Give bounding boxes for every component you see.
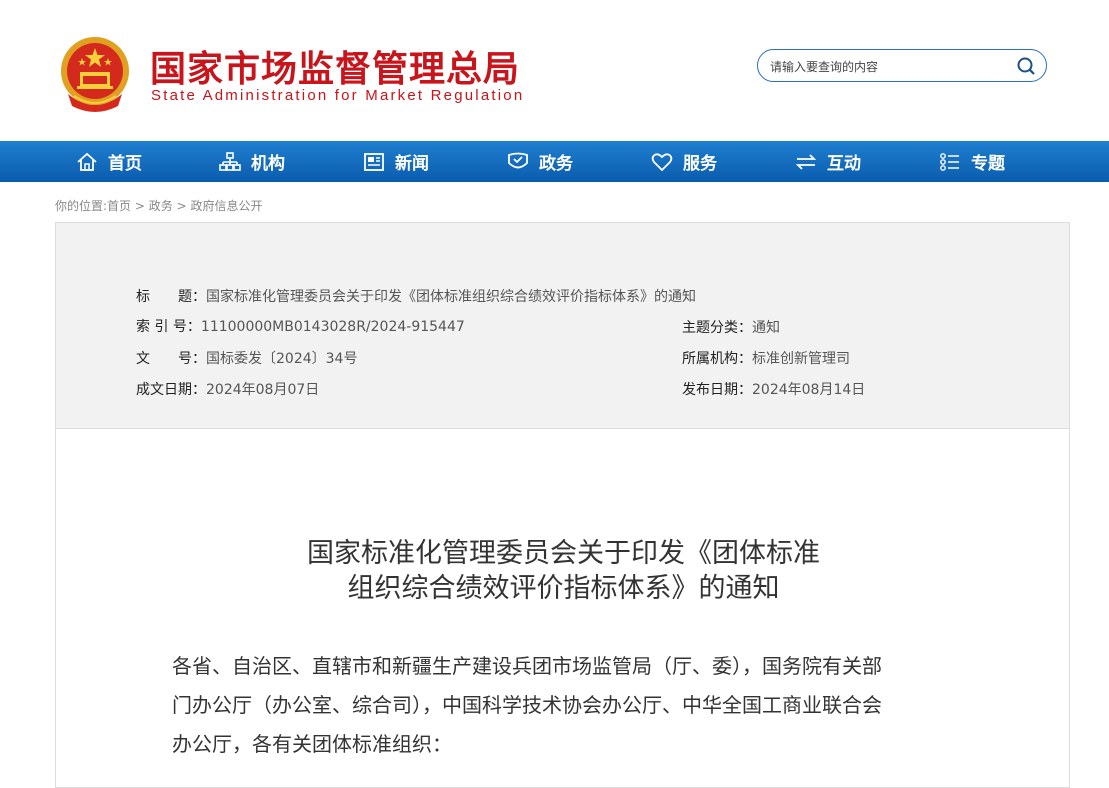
article-body: 国家标准化管理委员会关于印发《团体标准 组织综合绩效评价指标体系》的通知 各省、… <box>55 428 1070 788</box>
document-meta-box: 标 题：国家标准化管理委员会关于印发《团体标准组织综合绩效评价指标体系》的通知 … <box>55 222 1070 428</box>
meta-category-label: 主题分类： <box>682 320 752 336</box>
meta-created-label: 成文日期： <box>136 382 206 398</box>
nav-item-service[interactable]: 服务 <box>651 141 717 182</box>
nav-label: 互动 <box>827 154 861 174</box>
search-box <box>757 49 1047 82</box>
nav-item-affairs[interactable]: 政务 <box>507 141 573 182</box>
article-paragraph-line-2: 门办公厅（办公室、综合司），中国科学技术协会办公厅、中华全国工商业联合会 <box>172 693 882 717</box>
meta-category-value: 通知 <box>752 320 780 336</box>
nav-item-topic[interactable]: 专题 <box>939 141 1005 182</box>
org-chart-icon <box>219 151 241 171</box>
meta-doc-label: 文 号： <box>136 351 206 367</box>
meta-created-value: 2024年08月07日 <box>206 382 320 398</box>
meta-doc-value: 国标委发〔2024〕34号 <box>206 351 358 367</box>
nav-label: 专题 <box>971 154 1005 174</box>
main-nav: 首页 机构 新闻 政务 服务 互动 专题 <box>0 141 1109 182</box>
meta-org-label: 所属机构： <box>682 351 752 367</box>
meta-index-label: 索 引 号： <box>136 319 201 335</box>
meta-title-value: 国家标准化管理委员会关于印发《团体标准组织综合绩效评价指标体系》的通知 <box>206 289 696 305</box>
site-title-cn[interactable]: 国家市场监督管理总局 <box>150 40 520 92</box>
nav-item-news[interactable]: 新闻 <box>363 141 429 182</box>
home-icon <box>77 152 97 171</box>
site-title-en[interactable]: State Administration for Market Regulati… <box>151 87 524 104</box>
breadcrumb-separator: > <box>134 199 145 213</box>
topic-list-icon <box>940 152 959 171</box>
article-title-line-2: 组织综合绩效评价指标体系》的通知 <box>347 573 780 604</box>
meta-published-value: 2024年08月14日 <box>752 382 866 398</box>
national-emblem-icon[interactable] <box>60 36 130 112</box>
search-icon[interactable] <box>1016 56 1036 76</box>
nav-label: 首页 <box>108 154 142 174</box>
meta-doc-row: 文 号：国标委发〔2024〕34号 <box>136 348 357 368</box>
meta-category-row: 主题分类：通知 <box>682 317 780 337</box>
breadcrumb-link-info[interactable]: 政府信息公开 <box>191 199 263 213</box>
meta-index-value: 11100000MB0143028R/2024-915447 <box>200 319 465 335</box>
meta-org-row: 所属机构：标准创新管理司 <box>682 348 850 368</box>
nav-label: 新闻 <box>395 154 429 174</box>
article-paragraph-line-1: 各省、自治区、直辖市和新疆生产建设兵团市场监管局（厅、委），国务院有关部 <box>172 654 882 678</box>
nav-label: 机构 <box>251 154 285 174</box>
shield-book-icon <box>508 152 528 168</box>
breadcrumb-link-home[interactable]: 首页 <box>107 199 131 213</box>
meta-published-row: 发布日期：2024年08月14日 <box>682 379 865 399</box>
meta-published-label: 发布日期： <box>682 382 752 398</box>
swap-arrows-icon <box>795 153 817 170</box>
breadcrumb-link-affairs[interactable]: 政务 <box>149 199 173 213</box>
search-input[interactable] <box>768 56 1012 78</box>
nav-item-org[interactable]: 机构 <box>219 141 285 182</box>
meta-index-row: 索 引 号：11100000MB0143028R/2024-915447 <box>136 316 465 336</box>
nav-item-home[interactable]: 首页 <box>76 141 142 182</box>
site-header: 国家市场监督管理总局 State Administration for Mark… <box>0 0 1109 141</box>
meta-title-row: 标 题：国家标准化管理委员会关于印发《团体标准组织综合绩效评价指标体系》的通知 <box>136 286 696 306</box>
breadcrumb-prefix: 你的位置: <box>55 199 108 213</box>
breadcrumb: 你的位置:首页 > 政务 > 政府信息公开 <box>55 197 263 214</box>
nav-label: 服务 <box>683 154 717 174</box>
news-icon <box>364 152 384 171</box>
breadcrumb-separator: > <box>176 199 187 213</box>
nav-item-interact[interactable]: 互动 <box>795 141 861 182</box>
nav-label: 政务 <box>539 154 573 174</box>
meta-created-row: 成文日期：2024年08月07日 <box>136 379 319 399</box>
article-paragraph-line-3: 办公厅，各有关团体标准组织： <box>172 732 452 756</box>
article-title-line-1: 国家标准化管理委员会关于印发《团体标准 <box>307 538 820 569</box>
meta-title-label: 标 题： <box>136 289 206 305</box>
meta-org-value: 标准创新管理司 <box>752 351 850 367</box>
heart-icon <box>651 152 673 171</box>
